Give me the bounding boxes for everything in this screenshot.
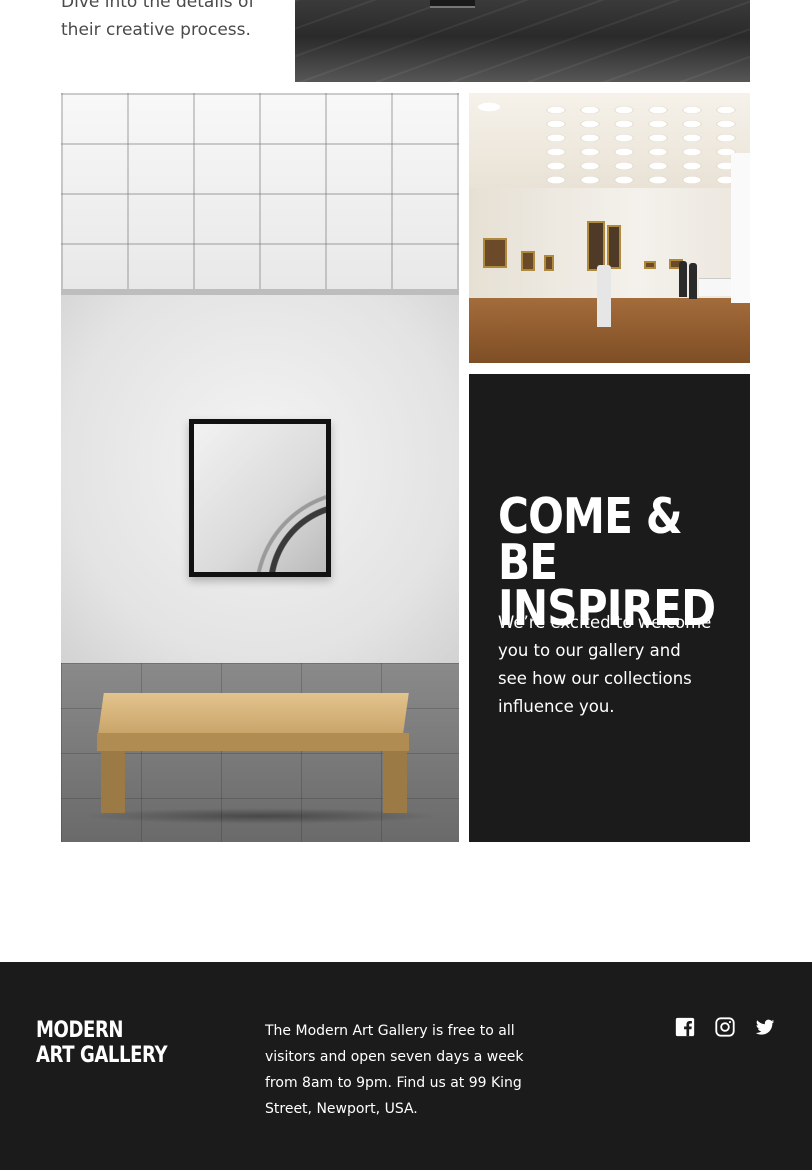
- inspire-card: Come & be inspired We’re excited to welc…: [469, 374, 750, 842]
- visitor: [689, 263, 697, 299]
- footer-logo[interactable]: MODERN ART GALLERY: [36, 1018, 168, 1068]
- social-links: [674, 1016, 776, 1038]
- footer-info: The Modern Art Gallery is free to all vi…: [265, 1023, 524, 1117]
- intro-text: Dive into the details of their creative …: [61, 0, 255, 40]
- museum-painting: [521, 251, 535, 271]
- ceiling: [61, 93, 459, 293]
- bench-front: [97, 733, 409, 751]
- museum-painting: [587, 221, 605, 271]
- museum-painting: [544, 255, 554, 271]
- instagram-icon[interactable]: [714, 1016, 736, 1038]
- plaque: [430, 0, 475, 8]
- museum-painting: [483, 238, 507, 268]
- twitter-icon[interactable]: [754, 1016, 776, 1038]
- visitor: [679, 261, 687, 297]
- white-room-bench-photo: [61, 93, 459, 842]
- facebook-icon[interactable]: [674, 1016, 696, 1038]
- pillar: [731, 153, 750, 303]
- framed-painting: [189, 419, 331, 577]
- gallery-floor-photo: [295, 0, 750, 82]
- logo-line-1: MODERN: [36, 1018, 124, 1043]
- bench-seat: [98, 693, 409, 733]
- site-footer: MODERN ART GALLERY The Modern Art Galler…: [0, 962, 812, 1170]
- inspire-body: We’re excited to welcome you to our gall…: [498, 613, 712, 716]
- museum-painting: [644, 261, 656, 269]
- visitor: [597, 265, 611, 327]
- painting-artwork: [194, 424, 326, 572]
- museum-painting: [607, 225, 621, 269]
- museum-hall-photo: [469, 93, 750, 363]
- bench-leg-right: [383, 751, 407, 813]
- bench-leg-left: [101, 751, 125, 813]
- ceiling-lights: [539, 103, 750, 188]
- logo-line-2: ART GALLERY: [36, 1043, 168, 1068]
